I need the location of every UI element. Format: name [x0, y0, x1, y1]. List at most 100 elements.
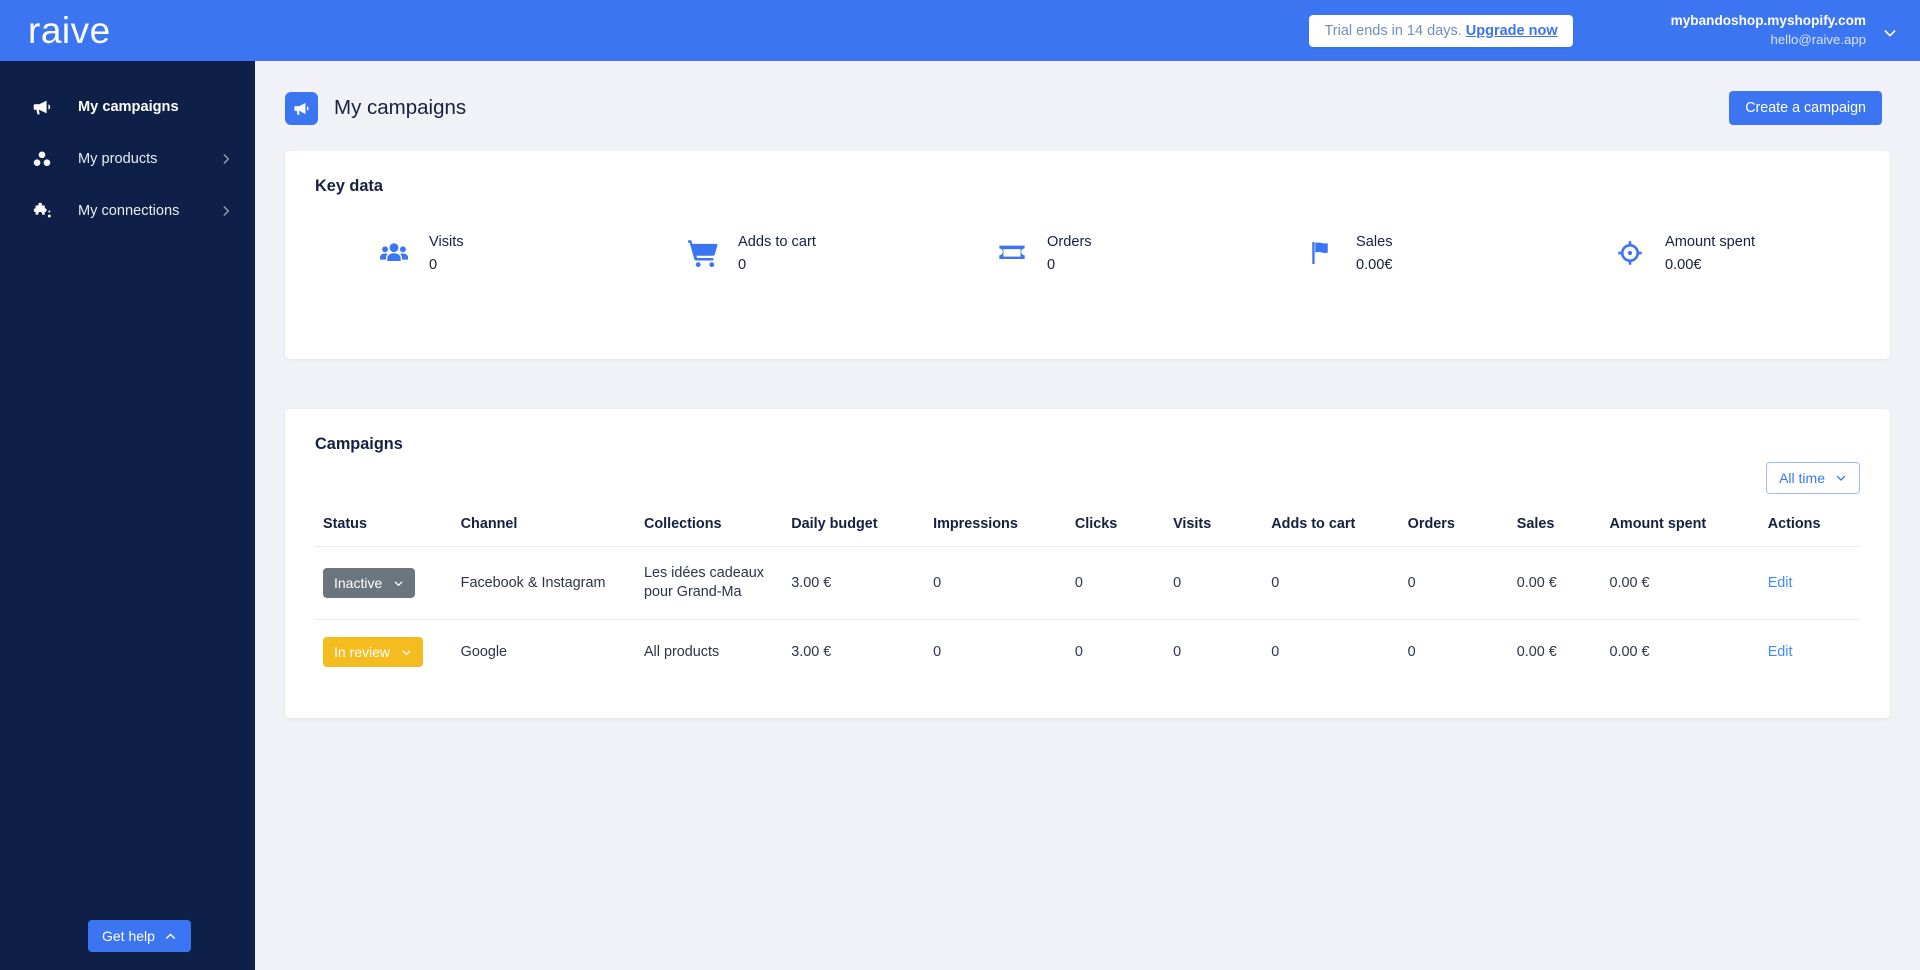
sidebar-item-my-products[interactable]: My products: [0, 133, 255, 185]
campaigns-table-body: Inactive Facebook & Instagram Les idées …: [315, 545, 1860, 685]
chevron-down-icon: [1884, 29, 1896, 36]
sidebar: My campaigns My products My connections: [0, 61, 255, 970]
time-range-label: All time: [1779, 470, 1825, 486]
sidebar-item-my-campaigns[interactable]: My campaigns: [0, 81, 255, 133]
status-badge-inactive[interactable]: Inactive: [323, 568, 416, 599]
chevron-right-icon: [223, 206, 230, 216]
top-bar-right: Trial ends in 14 days. Upgrade now myban…: [1309, 0, 1920, 61]
cell-clicks: 0: [1068, 545, 1168, 620]
collections-text: Les idées cadeaux pour Grand-Ma: [643, 565, 764, 601]
kpi-text: Sales 0.00€: [1356, 230, 1393, 276]
get-help-button[interactable]: Get help: [88, 920, 191, 952]
ticket-icon: [993, 234, 1031, 272]
column-header-sales: Sales: [1516, 516, 1555, 532]
cell-adds-to-cart: 0: [1265, 619, 1402, 685]
cell-amount-spent: 0.00 €: [1603, 545, 1762, 620]
cell-channel: Facebook & Instagram: [454, 545, 638, 620]
kpi-label: Amount spent: [1665, 234, 1756, 250]
account-email: hello@raive.app: [1770, 31, 1867, 47]
kpi-value: 0: [429, 257, 438, 274]
kpi-value: 0: [1047, 257, 1056, 274]
campaigns-table-head: Status Channel Collections Daily budget …: [315, 506, 1860, 547]
column-header-actions: Actions: [1767, 516, 1821, 532]
campaigns-card: Campaigns All time Status Channel Collec…: [285, 409, 1890, 719]
sidebar-item-label: My products: [78, 151, 158, 167]
table-header-row: Status Channel Collections Daily budget …: [315, 506, 1860, 547]
status-badge-label: In review: [334, 644, 391, 661]
chevron-down-icon: [394, 581, 403, 586]
cell-daily-budget: 3.00 €: [785, 619, 928, 685]
target-icon: [1611, 234, 1649, 272]
collections-text: All products: [643, 643, 720, 660]
chevron-right-icon: [223, 154, 230, 164]
column-header-visits: Visits: [1173, 516, 1212, 532]
column-header-adds-to-cart: Adds to cart: [1271, 516, 1356, 532]
cell-collections: Les idées cadeaux pour Grand-Ma: [637, 545, 786, 620]
account-text: mybandoshop.myshopify.com hello@raive.ap…: [1671, 12, 1866, 48]
page-title: My campaigns: [334, 96, 467, 119]
column-header-status: Status: [323, 516, 367, 532]
kpi-text: Amount spent 0.00€: [1665, 230, 1755, 276]
get-help-label: Get help: [102, 928, 155, 944]
kpi-label: Visits: [429, 234, 464, 250]
cell-visits: 0: [1167, 619, 1266, 685]
kpi-text: Visits 0: [429, 230, 464, 276]
table-row: In review Google All products 3.00 € 0 0…: [315, 619, 1860, 685]
chevron-down-icon: [402, 650, 411, 655]
column-header-daily-budget: Daily budget: [791, 516, 878, 532]
kpi-orders: Orders 0: [933, 230, 1242, 276]
top-bar: raive Trial ends in 14 days. Upgrade now…: [0, 0, 1920, 61]
table-row: Inactive Facebook & Instagram Les idées …: [315, 545, 1860, 620]
kpi-amount-spent: Amount spent 0.00€: [1551, 230, 1860, 276]
column-header-orders: Orders: [1407, 516, 1455, 532]
key-data-metrics: Visits 0 Adds to cart 0 Orders 0 Sales 0…: [315, 230, 1860, 276]
kpi-value: 0.00€: [1665, 257, 1702, 274]
cell-collections: All products: [637, 619, 786, 685]
cell-daily-budget: 3.00 €: [785, 545, 928, 620]
chevron-up-icon: [165, 933, 175, 939]
kpi-adds-to-cart: Adds to cart 0: [624, 230, 933, 276]
kpi-label: Orders: [1047, 234, 1092, 250]
kpi-value: 0.00€: [1356, 257, 1393, 274]
kpi-sales: Sales 0.00€: [1242, 230, 1551, 276]
kpi-value: 0: [738, 257, 747, 274]
edit-link[interactable]: Edit: [1768, 575, 1793, 591]
page-header: My campaigns Create a campaign: [255, 61, 1920, 133]
key-data-title: Key data: [315, 177, 383, 195]
sidebar-item-my-connections[interactable]: My connections: [0, 185, 255, 237]
kpi-text: Adds to cart 0: [738, 230, 816, 276]
cell-orders: 0: [1401, 619, 1511, 685]
cell-orders: 0: [1401, 545, 1511, 620]
chevron-down-icon: [1836, 475, 1846, 481]
status-badge-in-review[interactable]: In review: [323, 637, 424, 668]
status-badge-label: Inactive: [334, 575, 383, 592]
upgrade-now-link[interactable]: Upgrade now: [1466, 23, 1558, 39]
cell-actions: Edit: [1761, 545, 1860, 620]
column-header-collections: Collections: [643, 516, 722, 532]
time-range-select[interactable]: All time: [1766, 462, 1860, 494]
campaigns-table: Status Channel Collections Daily budget …: [315, 506, 1860, 685]
cell-impressions: 0: [927, 545, 1069, 620]
puzzle-piece-icon: [30, 199, 54, 223]
cell-channel: Google: [454, 619, 638, 685]
cell-status: In review: [315, 619, 455, 685]
campaigns-title: Campaigns: [315, 435, 403, 453]
cell-sales: 0.00 €: [1510, 619, 1604, 685]
cell-sales: 0.00 €: [1510, 545, 1604, 620]
brand-logo[interactable]: raive: [0, 12, 255, 49]
cell-adds-to-cart: 0: [1265, 545, 1402, 620]
cell-clicks: 0: [1068, 619, 1168, 685]
create-campaign-button[interactable]: Create a campaign: [1729, 91, 1882, 125]
edit-link[interactable]: Edit: [1768, 644, 1793, 660]
account-menu[interactable]: mybandoshop.myshopify.com hello@raive.ap…: [1671, 12, 1898, 48]
column-header-clicks: Clicks: [1074, 516, 1118, 532]
kpi-label: Adds to cart: [738, 234, 816, 250]
flag-icon: [1302, 234, 1340, 272]
kpi-visits: Visits 0: [315, 230, 624, 276]
cell-amount-spent: 0.00 €: [1603, 619, 1762, 685]
trial-banner: Trial ends in 14 days. Upgrade now: [1309, 14, 1573, 47]
cell-visits: 0: [1167, 545, 1266, 620]
cell-actions: Edit: [1761, 619, 1860, 685]
cell-impressions: 0: [927, 619, 1069, 685]
kpi-label: Sales: [1356, 234, 1393, 250]
